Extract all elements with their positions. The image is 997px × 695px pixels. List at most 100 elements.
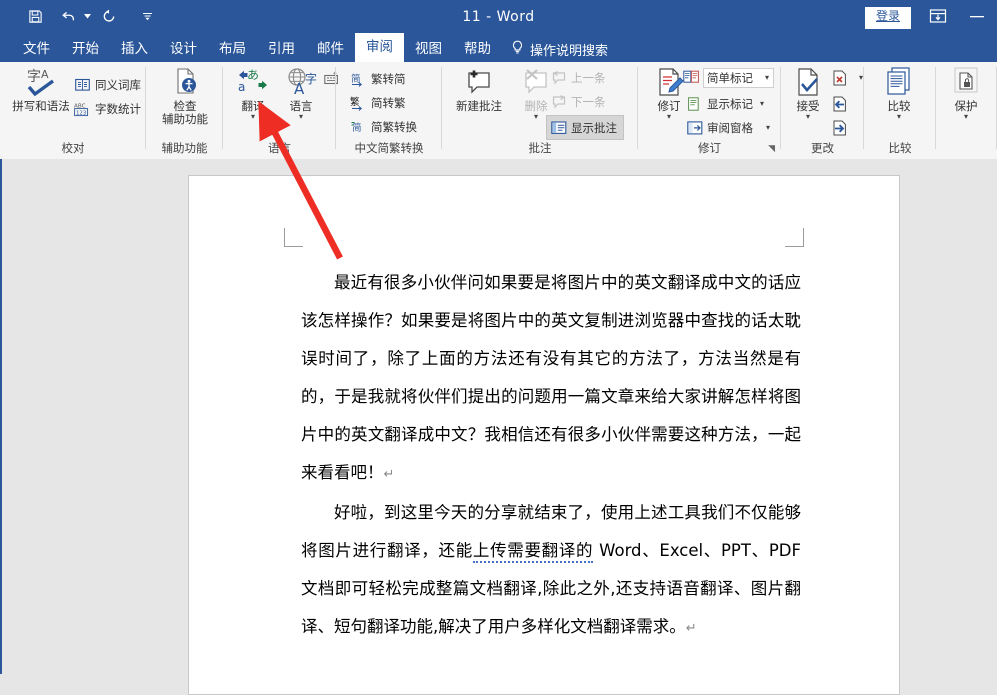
- svg-text:a: a: [238, 80, 245, 94]
- ribbon-group-tracking: 修订 ▾ 简单标记 ▾ 显示标记 ▾ 审阅窗格 ▾ 修订 ◥: [638, 62, 781, 158]
- spelling-error-text[interactable]: 上传需要翻译的: [472, 541, 594, 563]
- group-label-language: 语言: [268, 141, 291, 155]
- tab-layout[interactable]: 布局: [208, 36, 257, 62]
- tab-home[interactable]: 开始: [61, 36, 110, 62]
- tracking-dialog-launcher[interactable]: ◥: [768, 144, 775, 154]
- word-count-button[interactable]: ABC 123 字数统计: [74, 98, 141, 119]
- translate-dropdown-arrow-icon[interactable]: ▾: [251, 113, 255, 121]
- document-canvas[interactable]: 最近有很多小伙伴问如果要是将图片中的英文翻译成中文的话应该怎样操作？如果要是将图…: [0, 159, 997, 695]
- spelling-grammar-icon: 字A: [24, 66, 58, 98]
- protect-dropdown-arrow-icon[interactable]: ▾: [964, 113, 968, 121]
- compare-dropdown-arrow-icon[interactable]: ▾: [897, 113, 901, 121]
- protect-button[interactable]: 保护 ▾: [942, 66, 990, 121]
- show-markup-chevron-down-icon[interactable]: ▾: [760, 99, 764, 108]
- word-count-label: 字数统计: [95, 101, 141, 116]
- ribbon-tab-strip: 文件 开始 插入 设计 布局 引用 邮件 审阅 视图 帮助 操作说明搜索: [0, 33, 997, 62]
- accept-icon: [793, 66, 823, 98]
- svg-text:字: 字: [27, 69, 41, 85]
- language-dropdown-arrow-icon[interactable]: ▾: [299, 113, 303, 121]
- svg-text:繁: 繁: [350, 96, 360, 108]
- tab-review[interactable]: 审阅: [355, 33, 404, 62]
- ribbon-group-proofing: 字A 拼写和语法 同义词库 ABC 123 字数统计 校对: [0, 62, 146, 158]
- accept-button[interactable]: 接受 ▾: [785, 66, 831, 121]
- redo-icon[interactable]: [96, 4, 122, 30]
- thesaurus-label: 同义词库: [95, 77, 141, 92]
- group-label-tracking: 修订: [698, 141, 721, 155]
- compare-button[interactable]: 比较 ▾: [874, 66, 924, 121]
- ribbon-group-protect: 保护 ▾: [936, 62, 997, 158]
- tab-references[interactable]: 引用: [257, 36, 306, 62]
- simplified-to-traditional-button[interactable]: 繁 简转繁: [350, 92, 406, 113]
- next-comment-icon: [550, 93, 567, 110]
- paragraph-1-mark: ↵: [383, 467, 395, 482]
- tab-file[interactable]: 文件: [12, 36, 61, 62]
- reviewing-pane-chevron-down-icon[interactable]: ▾: [766, 123, 770, 132]
- next-change-button[interactable]: [831, 117, 848, 138]
- previous-comment-button[interactable]: 上一条: [550, 67, 606, 88]
- tab-mailings[interactable]: 邮件: [306, 36, 355, 62]
- reject-button[interactable]: ▾: [831, 67, 863, 88]
- minimize-icon[interactable]: [965, 8, 989, 26]
- save-icon[interactable]: [22, 4, 48, 30]
- new-comment-button[interactable]: 新建批注: [448, 66, 510, 113]
- display-for-review-label: 简单标记: [707, 70, 753, 85]
- show-markup-button[interactable]: 显示标记 ▾: [686, 93, 764, 114]
- sign-in-button[interactable]: 登录: [864, 7, 911, 29]
- delete-comment-label: 删除: [524, 99, 548, 113]
- tab-design[interactable]: 设计: [159, 36, 208, 62]
- group-label-changes: 更改: [811, 141, 834, 155]
- svg-text:简: 简: [352, 122, 362, 134]
- check-accessibility-label: 检查 辅助功能: [162, 99, 208, 126]
- ribbon-display-options-icon[interactable]: [929, 8, 949, 26]
- accept-dropdown-arrow-icon[interactable]: ▾: [806, 113, 810, 121]
- document-body-text[interactable]: 最近有很多小伙伴问如果要是将图片中的英文翻译成中文的话应该怎样操作？如果要是将图…: [301, 264, 801, 648]
- tab-view[interactable]: 视图: [404, 36, 453, 62]
- customize-qat-icon[interactable]: [134, 4, 160, 30]
- group-label-proofing: 校对: [61, 141, 85, 155]
- check-accessibility-button[interactable]: 检查 辅助功能: [156, 66, 214, 126]
- translate-button[interactable]: あa 翻译 ▾: [229, 66, 277, 121]
- display-for-review-control[interactable]: 简单标记 ▾: [682, 67, 775, 88]
- paragraph-1: 最近有很多小伙伴问如果要是将图片中的英文翻译成中文的话应该怎样操作？如果要是将图…: [301, 264, 801, 494]
- undo-icon[interactable]: [56, 4, 82, 30]
- tell-me-label: 操作说明搜索: [530, 43, 609, 59]
- thesaurus-icon: [74, 76, 91, 93]
- thesaurus-button[interactable]: 同义词库: [74, 74, 141, 95]
- reviewing-pane-button[interactable]: 审阅窗格 ▾: [686, 117, 770, 138]
- show-comments-button[interactable]: 显示批注: [546, 115, 624, 140]
- traditional-to-simplified-button[interactable]: 简 繁转简: [350, 68, 406, 89]
- translate-icon: あa: [237, 66, 269, 98]
- quick-access-toolbar: [22, 0, 160, 33]
- undo-dropdown-arrow-icon[interactable]: [82, 4, 92, 30]
- document-page[interactable]: 最近有很多小伙伴问如果要是将图片中的英文翻译成中文的话应该怎样操作？如果要是将图…: [188, 175, 900, 695]
- new-comment-label: 新建批注: [456, 99, 502, 113]
- spelling-grammar-label: 拼写和语法: [12, 99, 70, 113]
- spelling-grammar-button[interactable]: 字A 拼写和语法: [6, 66, 76, 113]
- track-changes-dropdown-arrow-icon[interactable]: ▾: [667, 113, 671, 121]
- show-comments-label: 显示批注: [571, 120, 617, 135]
- track-changes-label: 修订: [657, 99, 681, 113]
- next-comment-button[interactable]: 下一条: [550, 91, 606, 112]
- language-button[interactable]: A字 语言 ▾: [277, 66, 325, 121]
- paragraph-2: 好啦，到这里今天的分享就结束了，使用上述工具我们不仅能够将图片进行翻译，还能上传…: [301, 494, 801, 648]
- previous-change-button[interactable]: [831, 93, 848, 114]
- group-label-comments: 批注: [528, 141, 552, 155]
- display-for-review-icon: [682, 69, 699, 86]
- display-for-review-dropdown[interactable]: 简单标记 ▾: [703, 67, 775, 88]
- tell-me-search[interactable]: 操作说明搜索: [502, 36, 608, 62]
- accept-label: 接受: [796, 99, 820, 113]
- chinese-conversion-button[interactable]: 简 简繁转换: [350, 116, 417, 137]
- tab-insert[interactable]: 插入: [110, 36, 159, 62]
- delete-comment-icon: [520, 66, 552, 98]
- tab-help[interactable]: 帮助: [453, 36, 502, 62]
- previous-comment-label: 上一条: [571, 70, 606, 85]
- svg-text:123: 123: [76, 110, 86, 116]
- ribbon: 字A 拼写和语法 同义词库 ABC 123 字数统计 校对 检查 辅助功能 辅助功能: [0, 62, 997, 160]
- delete-comment-dropdown-arrow-icon[interactable]: ▾: [534, 113, 538, 121]
- word-count-icon: ABC 123: [74, 100, 91, 117]
- chinese-conversion-label: 简繁转换: [371, 119, 417, 134]
- previous-change-icon: [831, 95, 848, 112]
- margin-corner-mark-top-left: [284, 228, 303, 247]
- svg-text:字: 字: [305, 71, 317, 86]
- svg-text:あ: あ: [247, 68, 259, 82]
